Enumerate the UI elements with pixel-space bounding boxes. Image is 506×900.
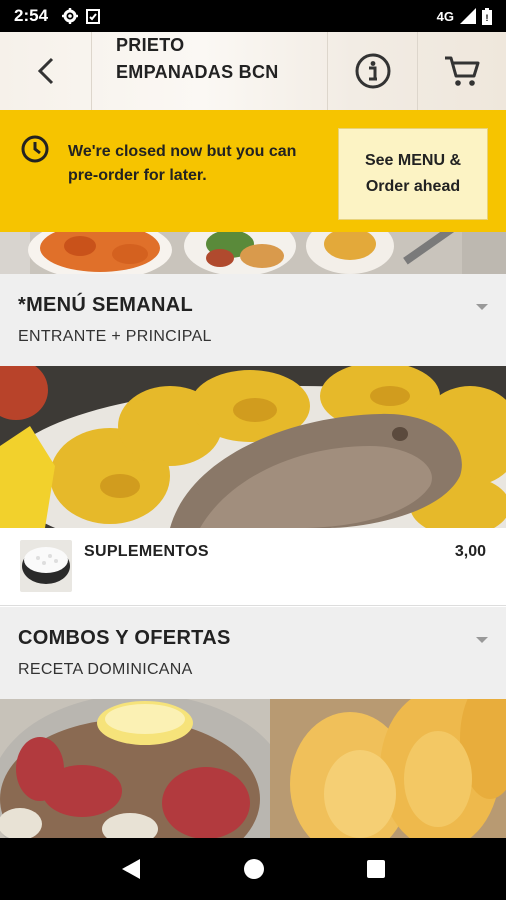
nav-recents-icon[interactable]	[366, 859, 386, 879]
chevron-down-icon[interactable]	[476, 304, 488, 310]
closed-message: We're closed now but you can pre-order f…	[68, 143, 297, 184]
cart-button[interactable]	[418, 32, 506, 110]
category-image-combos-y-ofertas	[0, 699, 506, 838]
back-button[interactable]	[0, 32, 92, 110]
info-icon	[355, 53, 390, 89]
app-header: PRIETO EMPANADAS BCN	[0, 32, 506, 110]
back-arrow-icon	[37, 57, 53, 85]
system-navigation-bar	[0, 838, 506, 900]
item-price: 3,00	[454, 543, 486, 560]
menu-item-suplementos[interactable]: SUPLEMENTOS 3,00	[0, 528, 506, 606]
category-title: *MENÚ SEMANAL	[18, 294, 194, 316]
settings-icon	[62, 8, 79, 24]
item-thumbnail	[20, 540, 72, 592]
chevron-down-icon[interactable]	[476, 637, 488, 643]
status-time: 2:54	[14, 6, 49, 25]
status-bar: 2:54 4G !	[0, 0, 506, 32]
svg-text:!: !	[486, 13, 489, 23]
closed-banner: We're closed now but you can pre-order f…	[0, 110, 506, 232]
network-label: 4G	[436, 8, 454, 24]
category-subtitle: RECETA DOMINICANA	[18, 661, 193, 678]
category-header-combos-y-ofertas[interactable]: COMBOS Y OFERTAS RECETA DOMINICANA	[0, 607, 506, 699]
see-menu-order-ahead-button[interactable]: See MENU & Order ahead	[338, 128, 488, 220]
title-line-2: EMPANADAS BCN	[116, 62, 279, 82]
signal-icon	[460, 8, 476, 24]
restaurant-title: PRIETO EMPANADAS BCN	[92, 32, 328, 110]
item-name: SUPLEMENTOS	[84, 543, 209, 560]
category-title: COMBOS Y OFERTAS	[18, 627, 231, 649]
title-line-1: PRIETO	[116, 35, 185, 55]
info-button[interactable]	[328, 32, 418, 110]
category-subtitle: ENTRANTE + PRINCIPAL	[18, 328, 212, 345]
restaurant-photo-strip	[0, 232, 506, 274]
nav-back-icon[interactable]	[120, 857, 142, 881]
cart-icon	[445, 56, 480, 86]
nav-home-icon[interactable]	[243, 858, 265, 880]
category-header-menu-semanal[interactable]: *MENÚ SEMANAL ENTRANTE + PRINCIPAL	[0, 274, 506, 366]
restaurant-photo	[0, 232, 506, 274]
clipboard-icon	[86, 9, 101, 24]
battery-icon: !	[482, 7, 492, 25]
clock-icon	[21, 135, 49, 163]
category-image-menu-semanal	[0, 366, 506, 528]
